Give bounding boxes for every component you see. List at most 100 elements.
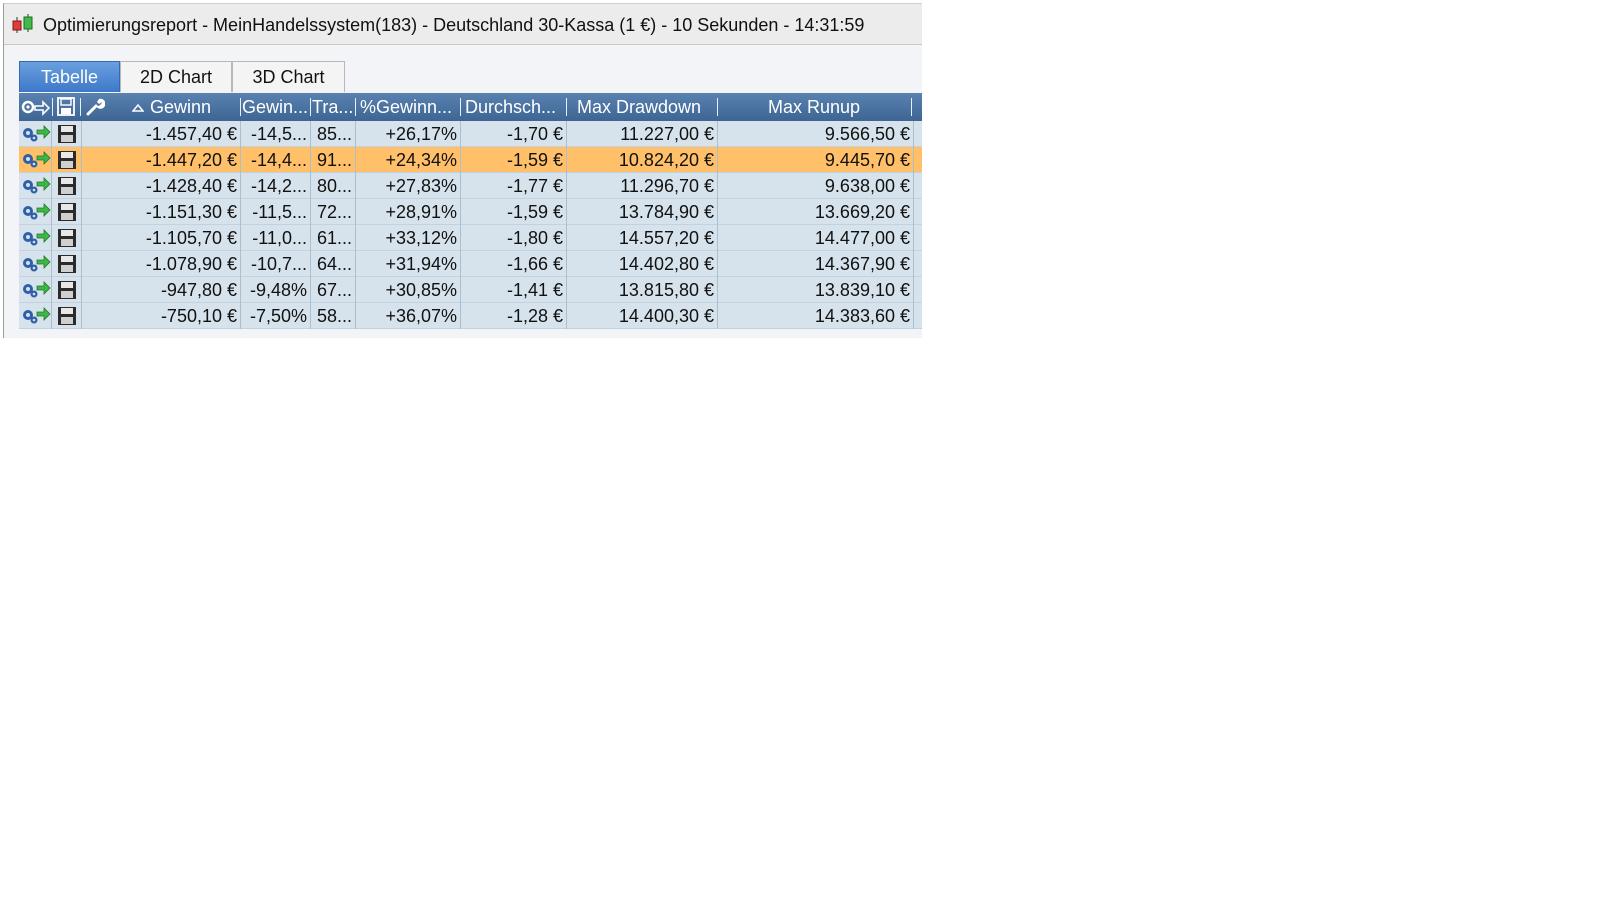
cell-trades: 91...	[311, 147, 356, 173]
table-row[interactable]: -947,80 € -9,48% 67... +30,85% -1,41 €13.815…	[19, 277, 922, 303]
column-separator[interactable]	[566, 98, 567, 116]
cell-max-drawdown: 11.296,70 €	[567, 173, 718, 199]
cell-gewinn-pct: -7,50%	[241, 303, 311, 329]
cell-pct-gewinn: +24,34%	[356, 147, 461, 173]
cell-gewinn: -1.447,20 €	[82, 147, 241, 173]
table-row[interactable]: -1.078,90 € -10,7... 64... +31,94% -1,66 €14…	[19, 251, 922, 277]
cell-trades: 85...	[311, 121, 356, 147]
save-icon[interactable]	[57, 254, 77, 274]
cell-max-runup: 13.839,10 €	[718, 277, 914, 303]
table-header: Gewinn Gewin... Tra... %Gewinn... Durchs…	[19, 93, 922, 121]
table-row[interactable]: -1.457,40 € -14,5... 85... +26,17% -1,70 €11…	[19, 121, 922, 147]
apply-settings-cell[interactable]	[19, 303, 52, 329]
title-bar: Optimierungsreport - MeinHandelssystem(1…	[4, 4, 922, 45]
column-header-max-drawdown[interactable]: Max Drawdown	[577, 93, 717, 121]
apply-settings-icon[interactable]	[21, 150, 51, 170]
save-settings-cell[interactable]	[52, 173, 82, 199]
column-header-gewinn-pct[interactable]: Gewin...	[242, 93, 309, 121]
column-separator[interactable]	[310, 98, 311, 116]
save-icon[interactable]	[57, 97, 75, 116]
cell-durchschnitt: -1,70 €	[461, 121, 567, 147]
cell-trades: 58...	[311, 303, 356, 329]
cell-pct-gewinn: +27,83%	[356, 173, 461, 199]
table-row-selected[interactable]: -1.447,20 € -14,4... 91... +24,34% -1,59 €10…	[19, 147, 922, 173]
tab-3d-chart[interactable]: 3D Chart	[232, 61, 345, 92]
save-icon[interactable]	[57, 280, 77, 300]
cell-max-drawdown: 14.400,30 €	[567, 303, 718, 329]
apply-settings-cell[interactable]	[19, 121, 52, 147]
save-icon[interactable]	[57, 202, 77, 222]
cell-gewinn-pct: -11,5...	[241, 199, 311, 225]
apply-settings-cell[interactable]	[19, 277, 52, 303]
tab-2d-chart[interactable]: 2D Chart	[120, 61, 232, 92]
apply-settings-icon[interactable]	[21, 202, 51, 222]
cell-durchschnitt: -1,80 €	[461, 225, 567, 251]
save-settings-cell[interactable]	[52, 147, 82, 173]
cell-max-drawdown: 11.227,00 €	[567, 121, 718, 147]
column-header-max-runup[interactable]: Max Runup	[768, 93, 918, 121]
column-separator[interactable]	[355, 98, 356, 116]
cell-max-drawdown: 14.557,20 €	[567, 225, 718, 251]
cell-trades: 72...	[311, 199, 356, 225]
save-icon[interactable]	[57, 124, 77, 144]
column-separator[interactable]	[911, 98, 912, 116]
column-header-durchschnitt[interactable]: Durchsch...	[465, 93, 565, 121]
column-separator[interactable]	[460, 98, 461, 116]
save-settings-cell[interactable]	[52, 199, 82, 225]
cell-durchschnitt: -1,59 €	[461, 199, 567, 225]
column-separator[interactable]	[240, 98, 241, 116]
save-settings-cell[interactable]	[52, 225, 82, 251]
save-settings-cell[interactable]	[52, 277, 82, 303]
cell-trades: 67...	[311, 277, 356, 303]
save-icon[interactable]	[57, 228, 77, 248]
column-separator[interactable]	[80, 98, 81, 116]
cell-pct-gewinn: +28,91%	[356, 199, 461, 225]
apply-settings-icon[interactable]	[21, 228, 51, 248]
save-icon[interactable]	[57, 150, 77, 170]
save-icon[interactable]	[57, 306, 77, 326]
cell-durchschnitt: -1,66 €	[461, 251, 567, 277]
column-header-trades[interactable]: Tra...	[312, 93, 354, 121]
cell-gewinn-pct: -14,4...	[241, 147, 311, 173]
apply-settings-icon[interactable]	[21, 254, 51, 274]
cell-max-runup: 14.477,00 €	[718, 225, 914, 251]
cell-gewinn-pct: -14,2...	[241, 173, 311, 199]
apply-settings-icon[interactable]	[21, 306, 51, 326]
apply-settings-cell[interactable]	[19, 173, 52, 199]
column-header-gewinn[interactable]: Gewinn	[150, 93, 240, 121]
cell-pct-gewinn: +33,12%	[356, 225, 461, 251]
apply-settings-cell[interactable]	[19, 251, 52, 277]
optimization-report-window: Optimierungsreport - MeinHandelssystem(1…	[3, 3, 922, 338]
cell-max-drawdown: 13.815,80 €	[567, 277, 718, 303]
wrench-icon[interactable]	[85, 97, 105, 117]
column-header-pct-gewinn[interactable]: %Gewinn...	[360, 93, 459, 121]
cell-trades: 80...	[311, 173, 356, 199]
apply-settings-cell[interactable]	[19, 147, 52, 173]
column-separator[interactable]	[52, 98, 53, 116]
tab-tabelle[interactable]: Tabelle	[19, 61, 120, 92]
table-row[interactable]: -1.151,30 € -11,5... 72... +28,91% -1,59 €13…	[19, 199, 922, 225]
cell-gewinn-pct: -11,0...	[241, 225, 311, 251]
apply-settings-icon[interactable]	[21, 176, 51, 196]
cell-max-runup: 14.383,60 €	[718, 303, 914, 329]
save-settings-cell[interactable]	[52, 251, 82, 277]
settings-apply-icon[interactable]	[21, 98, 51, 116]
table-row[interactable]: -1.428,40 € -14,2... 80... +27,83% -1,77 €11…	[19, 173, 922, 199]
window-title: Optimierungsreport - MeinHandelssystem(1…	[43, 15, 865, 35]
apply-settings-cell[interactable]	[19, 225, 52, 251]
cell-pct-gewinn: +31,94%	[356, 251, 461, 277]
table-row[interactable]: -750,10 € -7,50% 58... +36,07% -1,28 €14.400…	[19, 303, 922, 329]
apply-settings-icon[interactable]	[21, 124, 51, 144]
cell-max-runup: 14.367,90 €	[718, 251, 914, 277]
apply-settings-cell[interactable]	[19, 199, 52, 225]
cell-durchschnitt: -1,77 €	[461, 173, 567, 199]
cell-max-runup: 9.638,00 €	[718, 173, 914, 199]
cell-pct-gewinn: +30,85%	[356, 277, 461, 303]
sort-ascending-icon[interactable]	[132, 103, 144, 112]
table-row[interactable]: -1.105,70 € -11,0... 61... +33,12% -1,80 €14…	[19, 225, 922, 251]
save-settings-cell[interactable]	[52, 121, 82, 147]
save-icon[interactable]	[57, 176, 77, 196]
save-settings-cell[interactable]	[52, 303, 82, 329]
column-separator[interactable]	[717, 98, 718, 116]
apply-settings-icon[interactable]	[21, 280, 51, 300]
